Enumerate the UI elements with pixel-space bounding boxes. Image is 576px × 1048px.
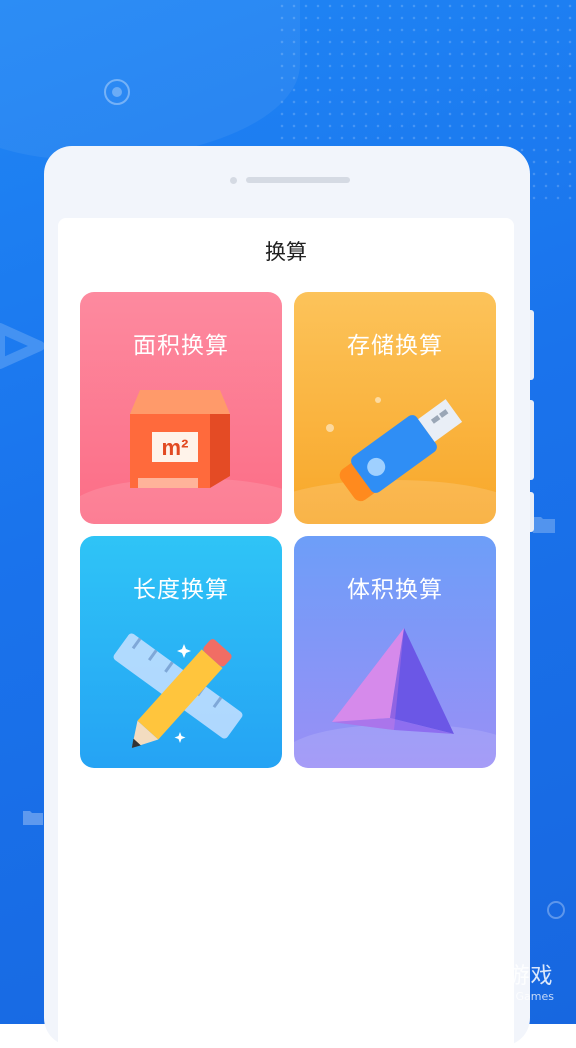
usb-drive-icon [294,397,496,524]
storage-conversion-card[interactable]: 存储换算 [294,292,496,524]
area-conversion-card[interactable]: 面积换算 m² [80,292,282,524]
volume-conversion-card[interactable]: 体积换算 [294,536,496,768]
speaker-bar [246,177,350,183]
info-icon [547,901,565,919]
pencil-ruler-icon [113,633,243,748]
camera-dot [230,177,237,184]
watermark-subtext: Rengwan Games [461,990,554,1003]
card-label: 长度换算 [133,577,229,603]
folder-icon [23,811,43,825]
length-conversion-card[interactable]: 长度换算 [80,536,282,768]
app-screen: 换算 面积换算 m² 存储换算 长度换算 体积换算 [58,218,514,1048]
page-title: 换算 [265,240,307,264]
card-label: 面积换算 [133,333,229,359]
area-cube-icon: m² [80,390,282,524]
folder-icon [533,517,555,533]
watermark-logo-icon [411,960,448,992]
clock-icon [104,79,130,105]
card-label: 存储换算 [347,333,443,359]
pyramid-icon [294,628,496,768]
watermark-text: 仍玩游戏 [461,964,554,989]
watermark: 仍玩游戏 Rengwan Games [407,958,554,1003]
background-wave [0,0,300,160]
play-triangle-icon [0,323,45,369]
phone-frame: 换算 面积换算 m² 存储换算 长度换算 体积换算 [44,146,530,1048]
card-label: 体积换算 [347,577,443,603]
m2-label: m² [162,435,189,460]
phone-speaker [44,176,530,184]
